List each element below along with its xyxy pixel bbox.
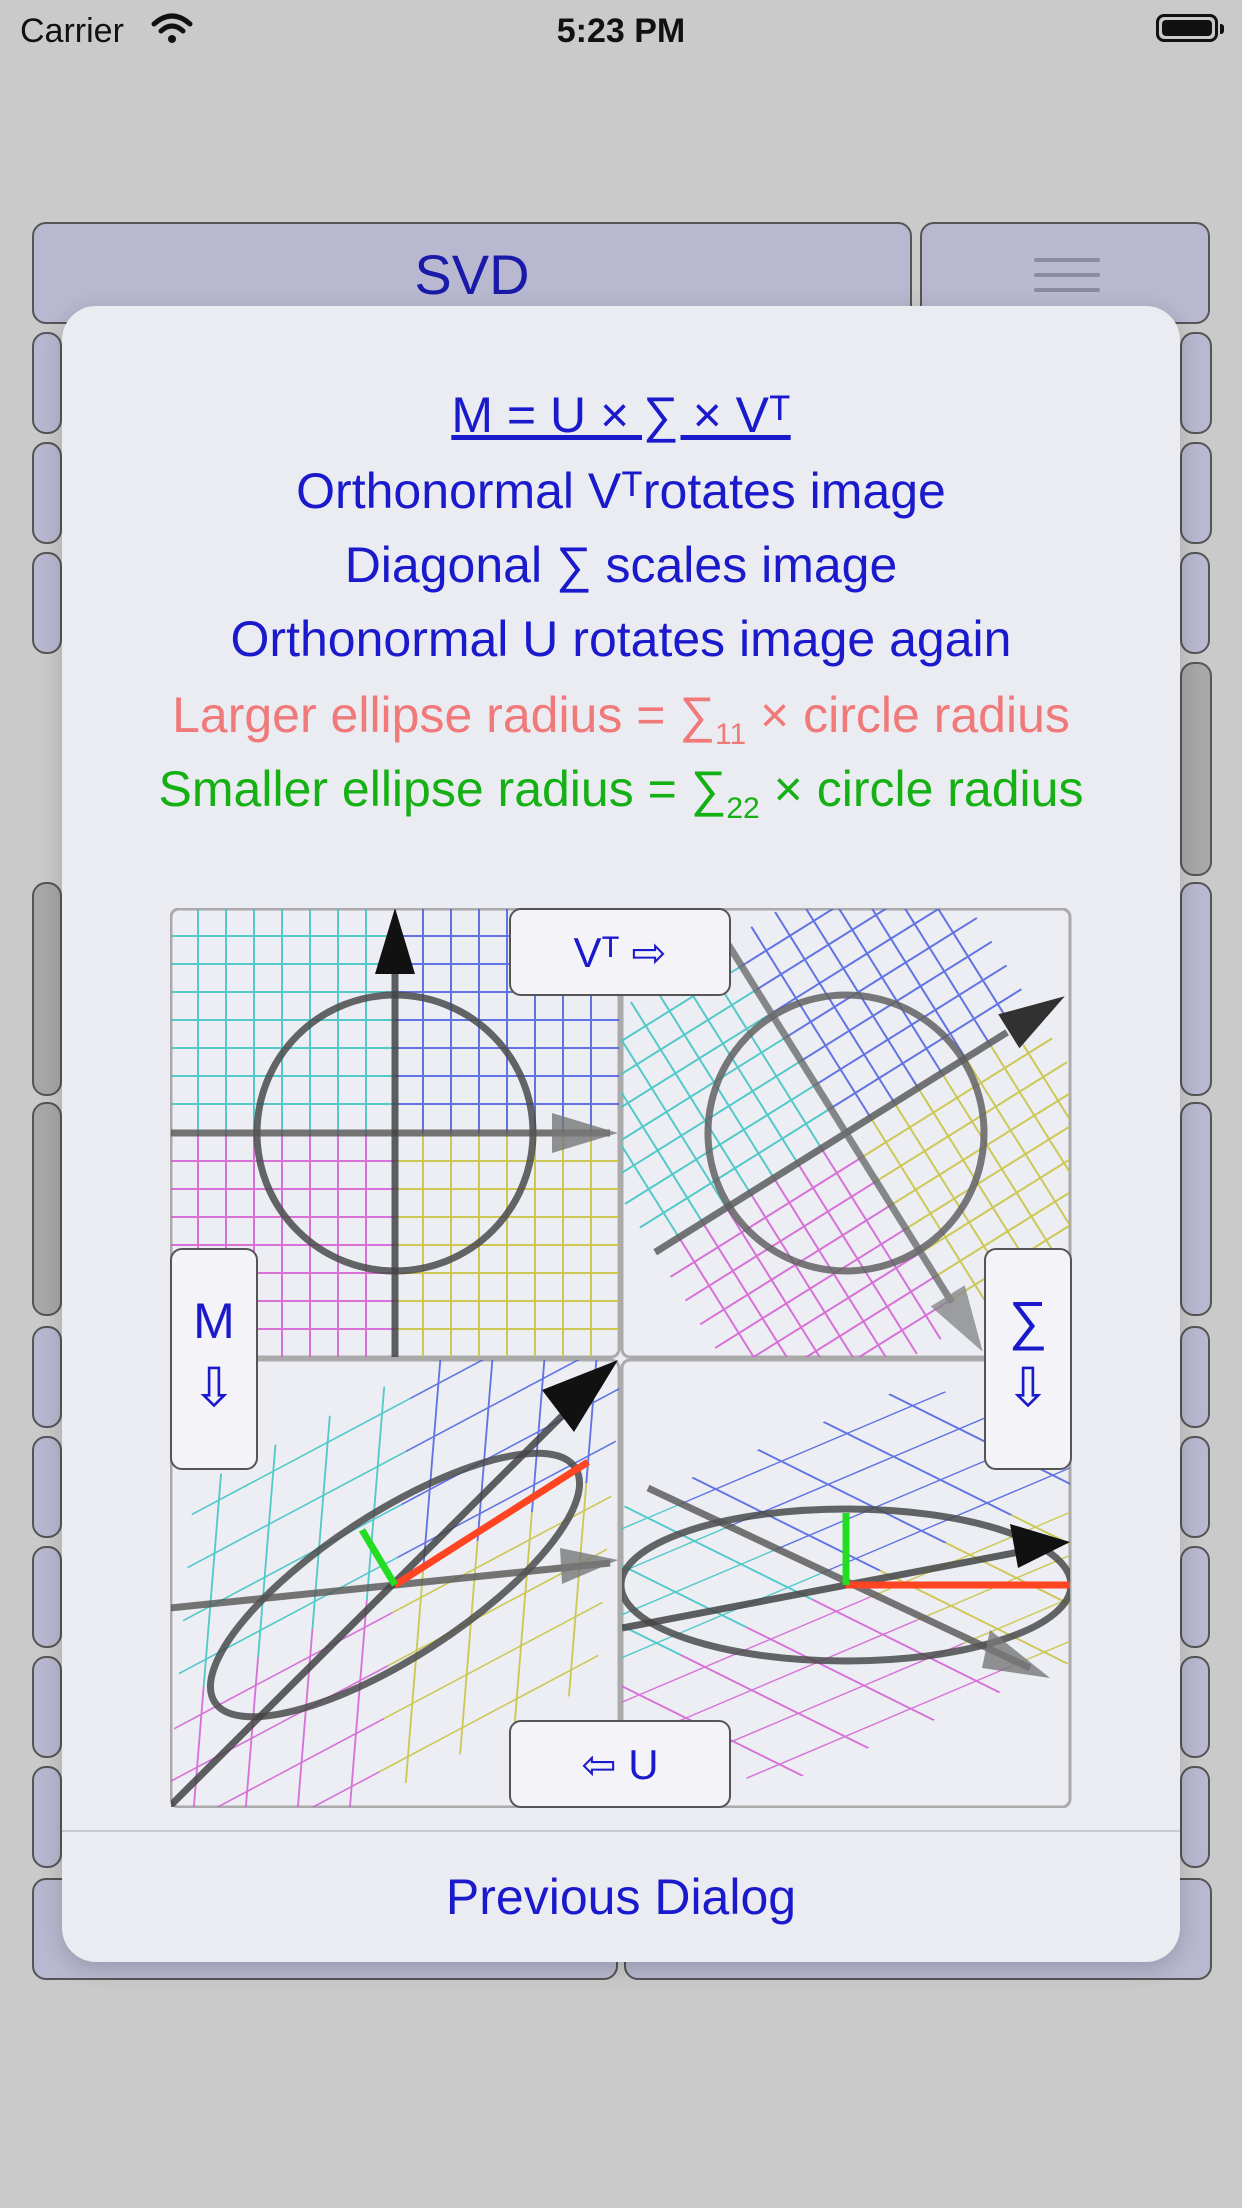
smaller-radius-description: Smaller ellipse radius = ∑22 × circle ra… [158,761,1084,825]
background-button[interactable] [32,1766,62,1868]
battery-icon [1156,14,1224,42]
background-button[interactable] [32,1102,62,1316]
sigma-description: Diagonal ∑ scales image [344,537,898,593]
background-button[interactable] [32,552,62,654]
background-button[interactable] [32,1656,62,1758]
background-button[interactable] [1180,552,1210,654]
larger-radius-description: Larger ellipse radius = ∑11 × circle rad… [172,687,1070,751]
background-button[interactable] [32,1546,62,1648]
background-button[interactable] [1180,1326,1210,1428]
background-button[interactable] [32,1326,62,1428]
down-arrow-icon: ⇩ [191,1358,237,1418]
m-label: M [193,1293,235,1349]
svd-equation: M = U × ∑ × Vᵀ [451,387,791,443]
u-transform-button[interactable]: ⇦ U [509,1720,731,1808]
background-button[interactable] [32,882,62,1096]
background-button[interactable] [32,442,62,544]
m-transform-button[interactable]: M ⇩ [170,1248,258,1470]
sigma-label: ∑ [1008,1291,1048,1351]
vt-transform-button[interactable]: Vᵀ ⇨ [509,908,731,996]
status-bar: Carrier 5:23 PM [0,0,1242,60]
background-button[interactable] [32,332,62,434]
background-button[interactable] [1180,1436,1210,1538]
background-button[interactable] [1180,1546,1210,1648]
down-arrow-icon: ⇩ [1005,1358,1051,1418]
background-button[interactable] [1180,1102,1212,1316]
background-button[interactable] [1180,1766,1210,1868]
svd-dialog: M = U × ∑ × Vᵀ Orthonormal Vᵀrotates ima… [62,306,1180,1962]
sigma-transform-button[interactable]: ∑ ⇩ [984,1248,1072,1470]
clock: 5:23 PM [556,12,686,50]
background-button[interactable] [1180,662,1212,876]
vt-description: Orthonormal Vᵀrotates image [296,463,946,519]
u-description: Orthonormal U rotates image again [230,611,1012,667]
previous-dialog-button[interactable]: Previous Dialog [62,1832,1180,1962]
background-button[interactable] [1180,882,1212,1096]
background-button[interactable] [1180,442,1212,544]
background-button[interactable] [1180,1656,1210,1758]
background-button[interactable] [32,1436,62,1538]
background-button[interactable] [1180,332,1212,434]
svd-diagram [170,908,1072,1808]
